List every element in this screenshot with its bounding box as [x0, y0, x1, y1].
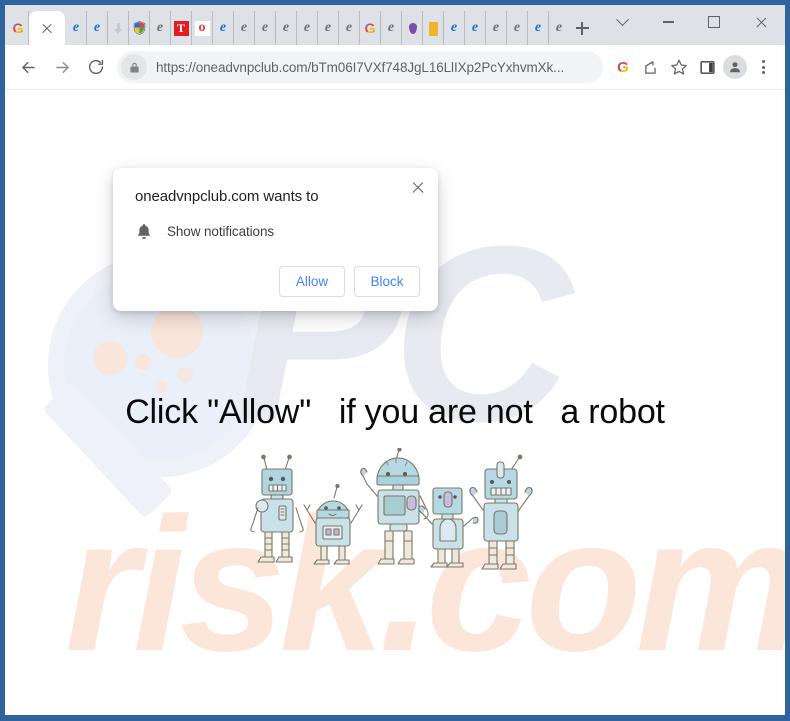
url-text: https://oneadvnpclub.com/bTm06I7VXf748Jg… [156, 59, 565, 75]
tab-edge-favicon-1[interactable]: e [66, 11, 87, 45]
letter-t-favicon: T [173, 20, 189, 36]
tab-edge-favicon-8[interactable]: e [213, 11, 234, 45]
edge-favicon: e [387, 20, 395, 35]
tab-google-favicon-0[interactable] [8, 11, 29, 45]
robots-illustration [250, 448, 533, 570]
robot-4 [418, 487, 479, 568]
window-controls [599, 5, 785, 45]
google-g-glyph: G [617, 58, 629, 76]
three-dots-menu-icon[interactable] [749, 53, 777, 81]
tab-edge-favicon-23[interactable]: e [528, 11, 549, 45]
avatar [723, 55, 747, 79]
tab-strip: eeeToeeeeeeeeeeeeeeYex [5, 5, 785, 45]
tab-search-chevron-down-icon[interactable] [599, 7, 645, 37]
browser-toolbar: https://oneadvnpclub.com/bTm06I7VXf748Jg… [5, 45, 785, 90]
edge-favicon: e [219, 20, 227, 35]
tab-edge-favicon-9[interactable]: e [234, 11, 255, 45]
new-tab-button[interactable] [565, 11, 599, 45]
tab-download-favicon-3[interactable] [108, 11, 129, 45]
edge-favicon: e [513, 20, 521, 35]
dialog-actions: Allow Block [131, 266, 420, 297]
active-tab[interactable] [29, 11, 65, 45]
robot-3 [360, 448, 429, 565]
google-lens-icon[interactable]: G [609, 53, 637, 81]
edge-favicon: e [261, 20, 269, 35]
maximize-icon[interactable] [691, 7, 737, 37]
side-panel-icon[interactable] [693, 53, 721, 81]
bell-icon [135, 222, 153, 240]
back-arrow-icon[interactable] [11, 50, 45, 84]
close-window-icon[interactable] [737, 7, 785, 37]
bookmark-star-icon[interactable] [665, 53, 693, 81]
tab-edge-favicon-19[interactable]: e [444, 11, 465, 45]
edge-favicon: e [534, 20, 542, 35]
address-bar[interactable]: https://oneadvnpclub.com/bTm06I7VXf748Jg… [117, 51, 603, 83]
edge-favicon: e [93, 20, 101, 35]
tab-edge-favicon-10[interactable]: e [255, 11, 276, 45]
robot-2 [303, 483, 363, 565]
block-button[interactable]: Block [354, 266, 420, 297]
edge-favicon: e [72, 20, 80, 35]
edge-favicon: e [156, 20, 164, 35]
tab-edge-favicon-24[interactable]: e [549, 11, 565, 45]
minimize-icon[interactable] [645, 7, 691, 37]
close-icon[interactable] [410, 179, 426, 195]
edge-favicon: e [282, 20, 290, 35]
tab-letter-t-favicon-6[interactable]: T [171, 11, 192, 45]
tab-close-icon[interactable] [39, 20, 55, 36]
tab-shield-favicon-4[interactable] [129, 11, 150, 45]
robot-1 [250, 454, 304, 563]
allow-button[interactable]: Allow [279, 266, 345, 297]
notification-permission-dialog: oneadvnpclub.com wants to Show notificat… [113, 168, 438, 311]
tab-list: eeeToeeeeeeeeeeeeeeYex [8, 5, 565, 45]
browser-window: eeeToeeeeeeeeeeeeeeYex [5, 5, 785, 715]
tab-edge-favicon-11[interactable]: e [276, 11, 297, 45]
tab-edge-favicon-21[interactable]: e [486, 11, 507, 45]
page-headline: Click "Allow" if you are not a robot [125, 393, 665, 431]
tab-edge-favicon-12[interactable]: e [297, 11, 318, 45]
google-favicon [363, 21, 378, 36]
tab-edge-favicon-22[interactable]: e [507, 11, 528, 45]
forward-arrow-icon[interactable] [45, 50, 79, 84]
robot-5 [469, 454, 533, 570]
tab-letter-o-favicon-7[interactable]: o [192, 11, 213, 45]
letter-o-favicon: o [194, 20, 210, 36]
permission-row: Show notifications [135, 222, 420, 240]
tab-edge-favicon-13[interactable]: e [318, 11, 339, 45]
tab-google-favicon-15[interactable] [360, 11, 381, 45]
profile-avatar[interactable] [721, 53, 749, 81]
download-favicon [111, 21, 126, 36]
tab-edge-favicon-2[interactable]: e [87, 11, 108, 45]
edge-favicon: e [303, 20, 311, 35]
edge-favicon: e [345, 20, 353, 35]
page-content: PC risk.com Click "Allow" if you are not… [5, 90, 785, 714]
shield-favicon [132, 21, 146, 36]
purple-favicon [405, 21, 420, 36]
tab-edge-favicon-14[interactable]: e [339, 11, 360, 45]
reload-icon[interactable] [79, 50, 113, 84]
tab-edge-favicon-16[interactable]: e [381, 11, 402, 45]
edge-favicon: e [450, 20, 458, 35]
edge-favicon: e [324, 20, 332, 35]
tab-amber-favicon-18[interactable] [423, 11, 444, 45]
edge-favicon: e [492, 20, 500, 35]
google-favicon [11, 21, 26, 36]
edge-favicon: e [471, 20, 479, 35]
lock-icon[interactable] [121, 54, 147, 80]
edge-favicon: e [555, 20, 563, 35]
tab-edge-favicon-20[interactable]: e [465, 11, 486, 45]
amber-favicon [426, 21, 441, 36]
dialog-title: oneadvnpclub.com wants to [135, 188, 319, 205]
browser-window-frame: eeeToeeeeeeeeeeeeeeYex [0, 0, 790, 721]
share-icon[interactable] [637, 53, 665, 81]
permission-label: Show notifications [167, 223, 275, 239]
tab-purple-favicon-17[interactable] [402, 11, 423, 45]
edge-favicon: e [240, 20, 248, 35]
tab-edge-favicon-5[interactable]: e [150, 11, 171, 45]
